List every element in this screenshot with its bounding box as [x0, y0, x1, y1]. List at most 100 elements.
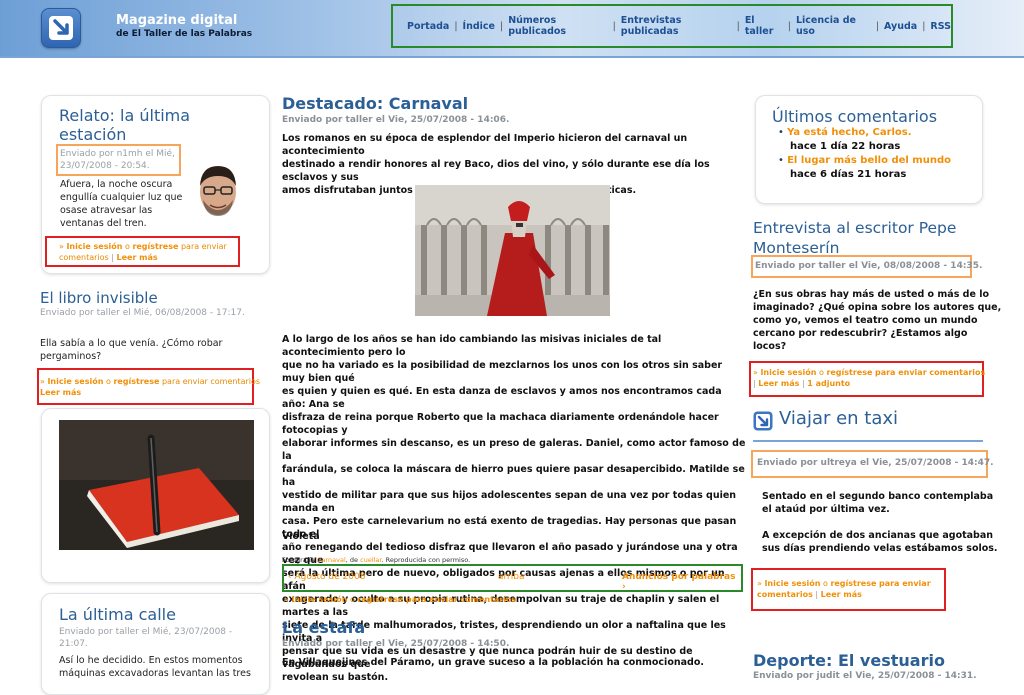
nav-separator: | [736, 20, 740, 32]
login-link[interactable]: Inicie sesión [47, 377, 103, 386]
calle-meta-line1: Enviado por taller el Mié, 23/07/2008 - [59, 627, 233, 637]
body-line: farándula, se coloca la máscara de hierr… [282, 464, 745, 488]
register-link[interactable]: regístrese [113, 377, 159, 386]
libro-excerpt-line: Ella sabía a lo que venía. ¿Cómo robar [40, 338, 223, 349]
nav-separator: | [454, 20, 458, 32]
comment-time: hace 1 día 22 horas [790, 141, 901, 152]
libro-title[interactable]: El libro invisible [40, 289, 158, 307]
register-link[interactable]: regístrese [826, 368, 872, 377]
links-suffix: para enviar comentarios [161, 377, 261, 386]
taxi-line: el ataúd por última vez. [762, 504, 890, 515]
main-nav: Portada | Índice | Números publicados | Ent… [391, 4, 953, 48]
read-more-link[interactable]: Leer más [821, 590, 862, 599]
links-separator: | [801, 379, 805, 388]
taxi-excerpt: Sentado en el segundo banco contemplaba … [762, 490, 998, 555]
links-suffix: para enviar [180, 242, 227, 251]
body-line: es quien y quien es qué. En esta danza d… [282, 386, 722, 410]
destacado-title[interactable]: Destacado: Carnaval [282, 94, 468, 113]
entrevista-line: cercano por redescubrir? ¿Estamos algo [753, 328, 968, 339]
links-connector: o [349, 595, 355, 604]
comments-title: Últimos comentarios [772, 107, 938, 126]
destacado-links: » Inicie sesión o regístrese para enviar… [284, 595, 517, 604]
site-subtitle: de El Taller de las Palabras [116, 29, 253, 39]
login-link[interactable]: Inicie sesión [291, 595, 347, 604]
read-more-link[interactable]: Leer más [40, 388, 81, 397]
relato-title-line2[interactable]: estación [59, 125, 190, 144]
entrevista-links: » Inicie sesión o regístrese para enviar… [753, 368, 986, 388]
site-logo[interactable] [41, 8, 81, 48]
relato-links: » Inicie sesión o regístrese para enviar… [59, 242, 227, 262]
pager-up-link[interactable]: arriba [498, 572, 525, 582]
register-link[interactable]: regístrese [132, 242, 178, 251]
links-separator: | [111, 253, 114, 262]
credit-photo-link[interactable]: Carnaval [317, 556, 346, 564]
relato-excerpt-line: engullía cualquier luz que [60, 192, 183, 203]
nav-separator: | [499, 20, 504, 32]
carnaval-photo[interactable] [415, 185, 610, 316]
read-more-link[interactable]: Leer más [758, 379, 799, 388]
relato-title[interactable]: Relato: la última estación [59, 106, 190, 144]
libro-excerpt: Ella sabía a lo que venía. ¿Cómo robar p… [40, 337, 222, 363]
login-link[interactable]: Inicie sesión [760, 368, 816, 377]
relato-title-line1[interactable]: Relato: la última [59, 106, 190, 125]
read-more-link[interactable]: Leer más [117, 253, 158, 262]
nav-ayuda[interactable]: Ayuda [884, 21, 917, 32]
notebook-photo[interactable] [59, 420, 254, 550]
login-link[interactable]: Inicie sesión [66, 242, 122, 251]
comment-link[interactable]: Ya está hecho, Carlos. [787, 127, 911, 138]
relato-excerpt-line: osase atravesar las [60, 205, 153, 216]
nav-taller[interactable]: El taller [745, 15, 783, 37]
site-title[interactable]: Magazine digital [116, 13, 237, 28]
register-link[interactable]: regístrese [357, 595, 403, 604]
relato-excerpt: Afuera, la noche oscura engullía cualqui… [60, 178, 190, 230]
nav-separator: | [875, 20, 880, 32]
body-line: vestido de militar para que sus hijos ad… [282, 490, 737, 514]
entrevista-title[interactable]: Entrevista al escritor Pepe Monteserín [753, 218, 956, 258]
body-line: A lo largo de los años se han ido cambia… [282, 334, 662, 358]
nav-portada[interactable]: Portada [407, 21, 449, 32]
nav-indice[interactable]: Índice [463, 21, 495, 32]
calle-meta-line2: 21:07. [59, 639, 88, 649]
links-connector: o [124, 242, 130, 251]
entrevista-title-line1[interactable]: Entrevista al escritor Pepe [753, 218, 956, 238]
comment-time: hace 6 días 21 horas [790, 169, 907, 180]
taxi-line: A excepción de dos ancianas que agotaban [762, 530, 994, 541]
nav-numeros[interactable]: Números publicados [508, 15, 607, 37]
links-connector: o [818, 368, 824, 377]
nav-licencia[interactable]: Licencia de uso [796, 15, 871, 37]
estafa-title[interactable]: La estafa [282, 618, 365, 637]
login-link[interactable]: Inicie sesión [764, 579, 820, 588]
taxi-links: » Inicie sesión o regístrese para enviar… [757, 579, 931, 599]
links-connector: o [822, 579, 828, 588]
comment-link[interactable]: El lugar más bello del mundo [787, 155, 951, 166]
credit-author-link[interactable]: cuellar [360, 556, 381, 564]
relato-meta-line1: Enviado por n1mh el Mié, [60, 149, 175, 159]
relato-excerpt-line: ventanas del tren. [60, 218, 147, 229]
deporte-title[interactable]: Deporte: El vestuario [753, 651, 945, 670]
credit-text: , de [345, 556, 359, 564]
libro-meta: Enviado por taller el Mié, 06/08/2008 - … [40, 308, 245, 318]
intro-line: Los romanos en su época de esplendor del… [282, 133, 688, 157]
photo-credit: Fotografía Carnaval, de cuellar. Reprodu… [282, 556, 470, 564]
nav-rss[interactable]: RSS [930, 21, 951, 32]
relato-meta-line2: 23/07/2008 - 20:54. [60, 161, 150, 171]
estafa-excerpt: En Villaquejines del Páramo, un grave su… [282, 657, 704, 668]
body-line: que no ha variado es la posibilidad de m… [282, 360, 723, 384]
estafa-meta: Enviado por taller el Vie, 25/07/2008 - … [282, 639, 510, 649]
pager-prev-link[interactable]: ‹ Agosto de 2008 [288, 572, 365, 582]
entrevista-line: imaginado? ¿Qué opina sobre los autores … [753, 302, 1002, 313]
pager-next-link[interactable]: Anuncios por palabras › [622, 572, 738, 592]
nav-separator: | [612, 20, 616, 32]
taxi-title[interactable]: Viajar en taxi [779, 408, 898, 429]
taxi-line: Sentado en el segundo banco contemplaba [762, 491, 994, 502]
destacado-meta: Enviado por taller el Vie, 25/07/2008 - … [282, 115, 510, 125]
nav-entrevistas[interactable]: Entrevistas publicadas [621, 15, 732, 37]
calle-meta: Enviado por taller el Mié, 23/07/2008 - … [59, 626, 232, 650]
register-link[interactable]: regístrese [830, 579, 876, 588]
attachment-link[interactable]: 1 adjunto [807, 379, 850, 388]
links-suffix: para enviar [878, 579, 931, 588]
credit-text: . Reproducida con permiso. [381, 556, 471, 564]
relato-excerpt-line: Afuera, la noche oscura [60, 179, 173, 190]
libro-links: » Inicie sesión o regístrese para enviar… [40, 377, 261, 397]
calle-title[interactable]: La última calle [59, 605, 176, 624]
